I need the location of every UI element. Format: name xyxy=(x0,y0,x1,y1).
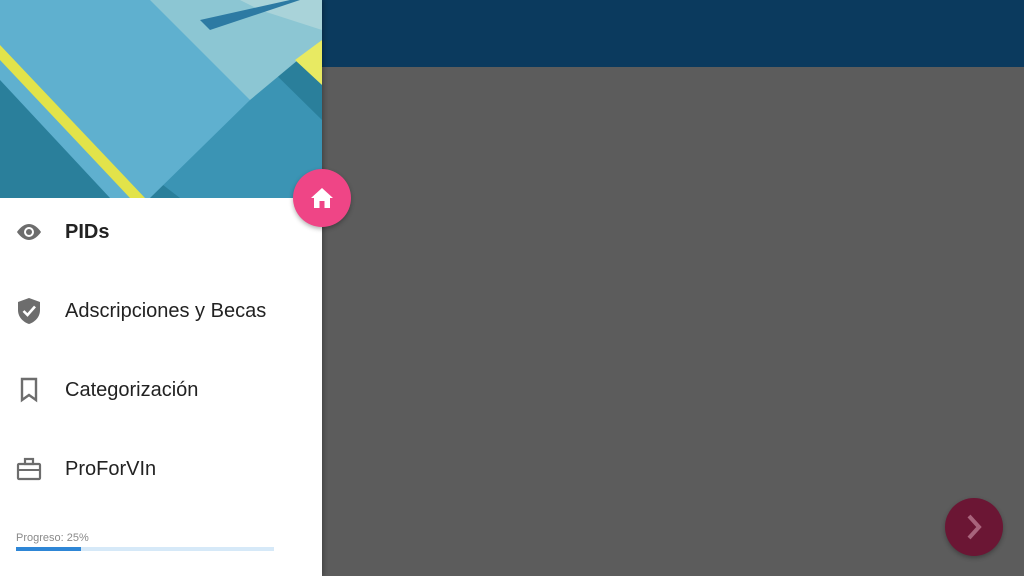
drawer-header-image xyxy=(0,0,322,198)
bookmark-icon xyxy=(15,376,43,404)
home-icon xyxy=(309,186,335,210)
nav-item-label: PIDs xyxy=(65,220,110,243)
briefcase-icon xyxy=(15,455,43,483)
nav-item-adscripciones[interactable]: Adscripciones y Becas xyxy=(0,281,322,341)
progress-section: Progreso: 25% xyxy=(16,532,274,551)
nav-item-categorizacion[interactable]: Categorización xyxy=(0,360,322,420)
nav-item-proforvin[interactable]: ProForVIn xyxy=(0,439,322,499)
progress-text: Progreso: 25% xyxy=(16,532,89,544)
chevron-right-icon xyxy=(964,513,984,541)
main-content xyxy=(322,0,1024,576)
nav-item-pids[interactable]: PIDs xyxy=(0,202,322,262)
nav-item-label: ProForVIn xyxy=(65,457,157,480)
nav-item-label: Categorización xyxy=(65,378,199,401)
progress-bar xyxy=(16,547,274,551)
next-button[interactable] xyxy=(945,498,1003,556)
shield-check-icon xyxy=(15,297,43,325)
app-bar xyxy=(322,0,1024,67)
nav-item-label: Adscripciones y Becas xyxy=(65,299,267,322)
navigation-drawer: PIDs Adscripciones y Becas Categorizació… xyxy=(0,0,322,576)
progress-fill xyxy=(16,547,81,551)
home-button[interactable] xyxy=(293,169,351,227)
eye-icon xyxy=(15,218,43,246)
